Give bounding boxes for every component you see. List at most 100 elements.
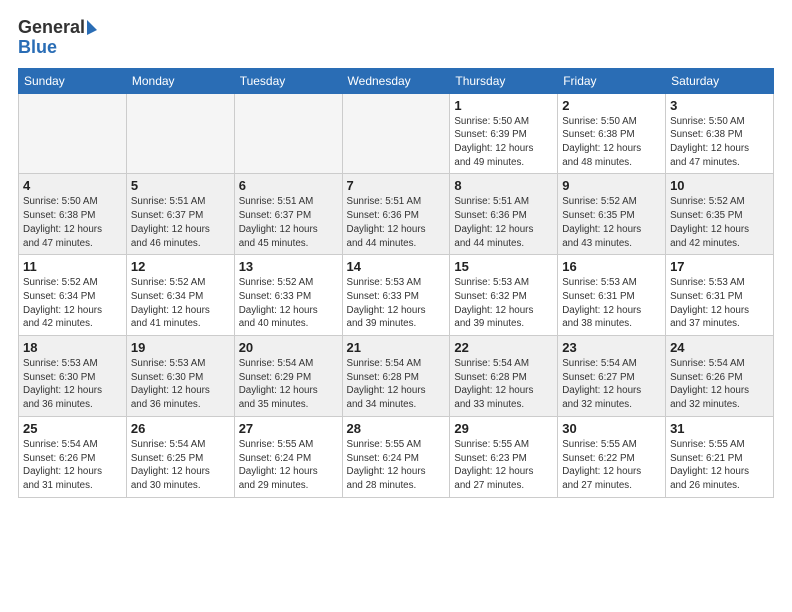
day-number: 17 (670, 259, 769, 274)
day-number: 28 (347, 421, 446, 436)
day-number: 15 (454, 259, 553, 274)
cell-info: Sunrise: 5:55 AM Sunset: 6:24 PM Dayligh… (347, 438, 446, 493)
day-number: 31 (670, 421, 769, 436)
calendar-cell: 14 Sunrise: 5:53 AM Sunset: 6:33 PM Dayli… (342, 255, 450, 336)
cell-info: Sunrise: 5:51 AM Sunset: 6:36 PM Dayligh… (454, 195, 553, 250)
cell-info: Sunrise: 5:51 AM Sunset: 6:37 PM Dayligh… (131, 195, 230, 250)
cell-info: Sunrise: 5:54 AM Sunset: 6:25 PM Dayligh… (131, 438, 230, 493)
cell-info: Sunrise: 5:52 AM Sunset: 6:34 PM Dayligh… (131, 276, 230, 331)
cell-info: Sunrise: 5:54 AM Sunset: 6:27 PM Dayligh… (562, 357, 661, 412)
day-header-saturday: Saturday (666, 68, 774, 93)
day-number: 3 (670, 98, 769, 113)
calendar-week-row: 1Sunrise: 5:50 AM Sunset: 6:39 PM Daylig… (19, 93, 774, 174)
day-number: 18 (23, 340, 122, 355)
cell-info: Sunrise: 5:51 AM Sunset: 6:36 PM Dayligh… (347, 195, 446, 250)
cell-info: Sunrise: 5:54 AM Sunset: 6:26 PM Dayligh… (670, 357, 769, 412)
calendar-cell: 18 Sunrise: 5:53 AM Sunset: 6:30 PM Dayli… (19, 336, 127, 417)
calendar-cell: 21 Sunrise: 5:54 AM Sunset: 6:28 PM Dayli… (342, 336, 450, 417)
calendar-cell (342, 93, 450, 174)
cell-info: Sunrise: 5:53 AM Sunset: 6:31 PM Dayligh… (670, 276, 769, 331)
cell-info: Sunrise: 5:53 AM Sunset: 6:32 PM Dayligh… (454, 276, 553, 331)
day-number: 7 (347, 178, 446, 193)
calendar-cell: 5 Sunrise: 5:51 AM Sunset: 6:37 PM Daylig… (126, 174, 234, 255)
cell-info: Sunrise: 5:53 AM Sunset: 6:31 PM Dayligh… (562, 276, 661, 331)
calendar-header-row: SundayMondayTuesdayWednesdayThursdayFrid… (19, 68, 774, 93)
cell-info: Sunrise: 5:52 AM Sunset: 6:34 PM Dayligh… (23, 276, 122, 331)
day-number: 20 (239, 340, 338, 355)
day-number: 30 (562, 421, 661, 436)
logo: General Blue (18, 18, 97, 58)
cell-info: Sunrise: 5:52 AM Sunset: 6:35 PM Dayligh… (562, 195, 661, 250)
day-header-sunday: Sunday (19, 68, 127, 93)
calendar-cell: 27Sunrise: 5:55 AM Sunset: 6:24 PM Dayli… (234, 416, 342, 497)
day-number: 10 (670, 178, 769, 193)
calendar-table: SundayMondayTuesdayWednesdayThursdayFrid… (18, 68, 774, 498)
calendar-cell (19, 93, 127, 174)
cell-info: Sunrise: 5:50 AM Sunset: 6:38 PM Dayligh… (562, 115, 661, 170)
calendar-week-row: 25Sunrise: 5:54 AM Sunset: 6:26 PM Dayli… (19, 416, 774, 497)
cell-info: Sunrise: 5:54 AM Sunset: 6:28 PM Dayligh… (454, 357, 553, 412)
calendar-cell: 15 Sunrise: 5:53 AM Sunset: 6:32 PM Dayli… (450, 255, 558, 336)
cell-info: Sunrise: 5:52 AM Sunset: 6:33 PM Dayligh… (239, 276, 338, 331)
header: General Blue (18, 18, 774, 58)
day-number: 21 (347, 340, 446, 355)
calendar-cell: 29 Sunrise: 5:55 AM Sunset: 6:23 PM Dayli… (450, 416, 558, 497)
day-number: 13 (239, 259, 338, 274)
cell-info: Sunrise: 5:55 AM Sunset: 6:22 PM Dayligh… (562, 438, 661, 493)
day-header-thursday: Thursday (450, 68, 558, 93)
day-number: 1 (454, 98, 553, 113)
calendar-cell: 12 Sunrise: 5:52 AM Sunset: 6:34 PM Dayli… (126, 255, 234, 336)
day-number: 8 (454, 178, 553, 193)
calendar-cell: 13 Sunrise: 5:52 AM Sunset: 6:33 PM Dayli… (234, 255, 342, 336)
cell-info: Sunrise: 5:54 AM Sunset: 6:29 PM Dayligh… (239, 357, 338, 412)
cell-info: Sunrise: 5:50 AM Sunset: 6:38 PM Dayligh… (23, 195, 122, 250)
day-number: 25 (23, 421, 122, 436)
day-header-friday: Friday (558, 68, 666, 93)
day-number: 2 (562, 98, 661, 113)
cell-info: Sunrise: 5:54 AM Sunset: 6:28 PM Dayligh… (347, 357, 446, 412)
day-number: 22 (454, 340, 553, 355)
calendar-cell: 4 Sunrise: 5:50 AM Sunset: 6:38 PM Daylig… (19, 174, 127, 255)
logo-triangle-icon (87, 20, 97, 35)
cell-info: Sunrise: 5:55 AM Sunset: 6:21 PM Dayligh… (670, 438, 769, 493)
cell-info: Sunrise: 5:51 AM Sunset: 6:37 PM Dayligh… (239, 195, 338, 250)
logo-general-text: General (18, 18, 85, 38)
day-number: 23 (562, 340, 661, 355)
day-number: 14 (347, 259, 446, 274)
day-number: 24 (670, 340, 769, 355)
day-number: 4 (23, 178, 122, 193)
calendar-cell: 19Sunrise: 5:53 AM Sunset: 6:30 PM Dayli… (126, 336, 234, 417)
calendar-cell: 10 Sunrise: 5:52 AM Sunset: 6:35 PM Dayli… (666, 174, 774, 255)
calendar-cell: 23 Sunrise: 5:54 AM Sunset: 6:27 PM Dayli… (558, 336, 666, 417)
calendar-cell: 20 Sunrise: 5:54 AM Sunset: 6:29 PM Dayli… (234, 336, 342, 417)
day-number: 29 (454, 421, 553, 436)
calendar-cell: 11Sunrise: 5:52 AM Sunset: 6:34 PM Dayli… (19, 255, 127, 336)
day-number: 19 (131, 340, 230, 355)
cell-info: Sunrise: 5:50 AM Sunset: 6:38 PM Dayligh… (670, 115, 769, 170)
calendar-cell: 9 Sunrise: 5:52 AM Sunset: 6:35 PM Daylig… (558, 174, 666, 255)
day-number: 6 (239, 178, 338, 193)
day-header-tuesday: Tuesday (234, 68, 342, 93)
cell-info: Sunrise: 5:55 AM Sunset: 6:23 PM Dayligh… (454, 438, 553, 493)
day-number: 5 (131, 178, 230, 193)
logo-blue-text: Blue (18, 38, 57, 58)
cell-info: Sunrise: 5:55 AM Sunset: 6:24 PM Dayligh… (239, 438, 338, 493)
day-number: 16 (562, 259, 661, 274)
day-number: 9 (562, 178, 661, 193)
calendar-cell: 2 Sunrise: 5:50 AM Sunset: 6:38 PM Daylig… (558, 93, 666, 174)
calendar-cell: 28 Sunrise: 5:55 AM Sunset: 6:24 PM Dayli… (342, 416, 450, 497)
calendar-week-row: 18 Sunrise: 5:53 AM Sunset: 6:30 PM Dayli… (19, 336, 774, 417)
cell-info: Sunrise: 5:53 AM Sunset: 6:33 PM Dayligh… (347, 276, 446, 331)
calendar-week-row: 11Sunrise: 5:52 AM Sunset: 6:34 PM Dayli… (19, 255, 774, 336)
cell-info: Sunrise: 5:52 AM Sunset: 6:35 PM Dayligh… (670, 195, 769, 250)
calendar-cell: 30 Sunrise: 5:55 AM Sunset: 6:22 PM Dayli… (558, 416, 666, 497)
calendar-cell (126, 93, 234, 174)
day-number: 12 (131, 259, 230, 274)
calendar-cell: 24 Sunrise: 5:54 AM Sunset: 6:26 PM Dayli… (666, 336, 774, 417)
calendar-cell: 1Sunrise: 5:50 AM Sunset: 6:39 PM Daylig… (450, 93, 558, 174)
calendar-cell: 17 Sunrise: 5:53 AM Sunset: 6:31 PM Dayli… (666, 255, 774, 336)
calendar-cell: 16 Sunrise: 5:53 AM Sunset: 6:31 PM Dayli… (558, 255, 666, 336)
calendar-cell: 25Sunrise: 5:54 AM Sunset: 6:26 PM Dayli… (19, 416, 127, 497)
calendar-cell: 3 Sunrise: 5:50 AM Sunset: 6:38 PM Daylig… (666, 93, 774, 174)
cell-info: Sunrise: 5:53 AM Sunset: 6:30 PM Dayligh… (23, 357, 122, 412)
